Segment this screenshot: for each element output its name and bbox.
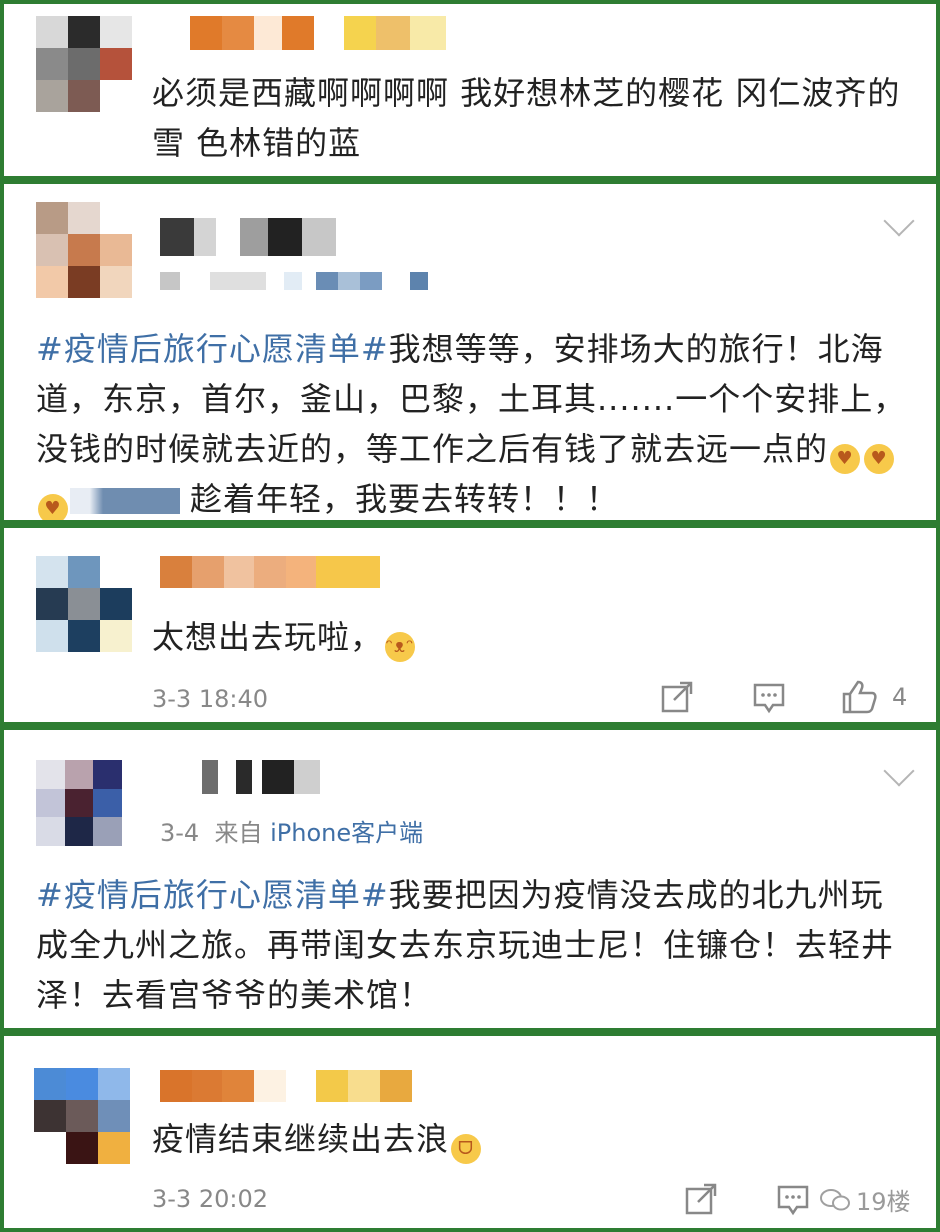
post-meta: 3-4 来自 iPhone客户端 bbox=[160, 818, 423, 848]
avatar[interactable] bbox=[36, 16, 132, 112]
username-blurred[interactable] bbox=[160, 1070, 412, 1102]
source-link[interactable]: iPhone客户端 bbox=[270, 819, 423, 847]
like-icon bbox=[842, 680, 877, 714]
avatar[interactable] bbox=[34, 1068, 130, 1164]
like-count: 4 bbox=[892, 683, 908, 711]
laughing-emoji-icon: ᗜ bbox=[451, 1134, 482, 1164]
watermark: 19楼 bbox=[820, 1182, 911, 1217]
chevron-down-icon[interactable] bbox=[883, 205, 915, 237]
chevron-down-icon[interactable] bbox=[883, 755, 915, 787]
comment-card-4: 3-4 来自 iPhone客户端 #疫情后旅行心愿清单#我要把因为疫情没去成的北… bbox=[0, 726, 940, 1032]
wechat-icon bbox=[820, 1188, 850, 1210]
username-blurred[interactable] bbox=[190, 16, 446, 50]
username-blurred[interactable] bbox=[160, 556, 380, 588]
meta-blurred bbox=[160, 272, 440, 290]
source-prefix: 来自 bbox=[214, 819, 263, 847]
comment-body-end: 趁着年轻，我要去转转！！！ bbox=[190, 480, 620, 518]
comment-text: 疫情结束继续出去浪 ᗜ bbox=[152, 1114, 852, 1164]
smiling-hearts-emoji-icon: ♥ bbox=[38, 494, 68, 520]
avatar[interactable] bbox=[36, 556, 132, 652]
hashtag-link[interactable]: #疫情后旅行心愿清单# bbox=[36, 330, 389, 368]
timestamp: 3-3 20:02 bbox=[152, 1185, 268, 1213]
smiling-hearts-emoji-icon: ♥ bbox=[830, 444, 861, 474]
comment-icon[interactable] bbox=[776, 1182, 810, 1216]
username-blurred[interactable] bbox=[160, 218, 336, 256]
comment-card-1: 必须是西藏啊啊啊啊 我好想林芝的樱花 冈仁波齐的雪 色林错的蓝 bbox=[0, 0, 940, 180]
comment-icon[interactable] bbox=[752, 680, 786, 714]
share-icon[interactable] bbox=[684, 1182, 718, 1216]
comment-card-5: 疫情结束继续出去浪 ᗜ 3-3 20:02 19楼 bbox=[0, 1032, 940, 1232]
hashtag-link[interactable]: #疫情后旅行心愿清单# bbox=[36, 876, 389, 914]
timestamp: 3-3 18:40 bbox=[152, 685, 268, 713]
smiling-hearts-emoji-icon: ♥ bbox=[864, 444, 895, 474]
comment-text: 太想出去玩啦， ᵔᴥᵔ bbox=[152, 612, 852, 662]
laughing-tears-emoji-icon: ᵔᴥᵔ bbox=[385, 632, 416, 662]
mention-blurred[interactable] bbox=[70, 488, 180, 514]
comment-text: #疫情后旅行心愿清单#我想等等，安排场大的旅行！北海道，东京，首尔，釜山，巴黎，… bbox=[36, 324, 912, 520]
avatar[interactable] bbox=[36, 760, 122, 846]
avatar[interactable] bbox=[36, 202, 132, 298]
comment-card-3: 太想出去玩啦， ᵔᴥᵔ 3-3 18:40 4 bbox=[0, 524, 940, 726]
comment-text: #疫情后旅行心愿清单#我要把因为疫情没去成的北九州玩成全九州之旅。再带闺女去东京… bbox=[36, 870, 912, 1020]
username-blurred[interactable] bbox=[184, 760, 320, 794]
comment-card-2: #疫情后旅行心愿清单#我想等等，安排场大的旅行！北海道，东京，首尔，釜山，巴黎，… bbox=[0, 180, 940, 524]
like-button[interactable]: 4 bbox=[840, 678, 907, 716]
share-icon[interactable] bbox=[660, 680, 694, 714]
post-date: 3-4 bbox=[160, 819, 200, 847]
comment-text: 必须是西藏啊啊啊啊 我好想林芝的樱花 冈仁波齐的雪 色林错的蓝 bbox=[152, 74, 901, 162]
